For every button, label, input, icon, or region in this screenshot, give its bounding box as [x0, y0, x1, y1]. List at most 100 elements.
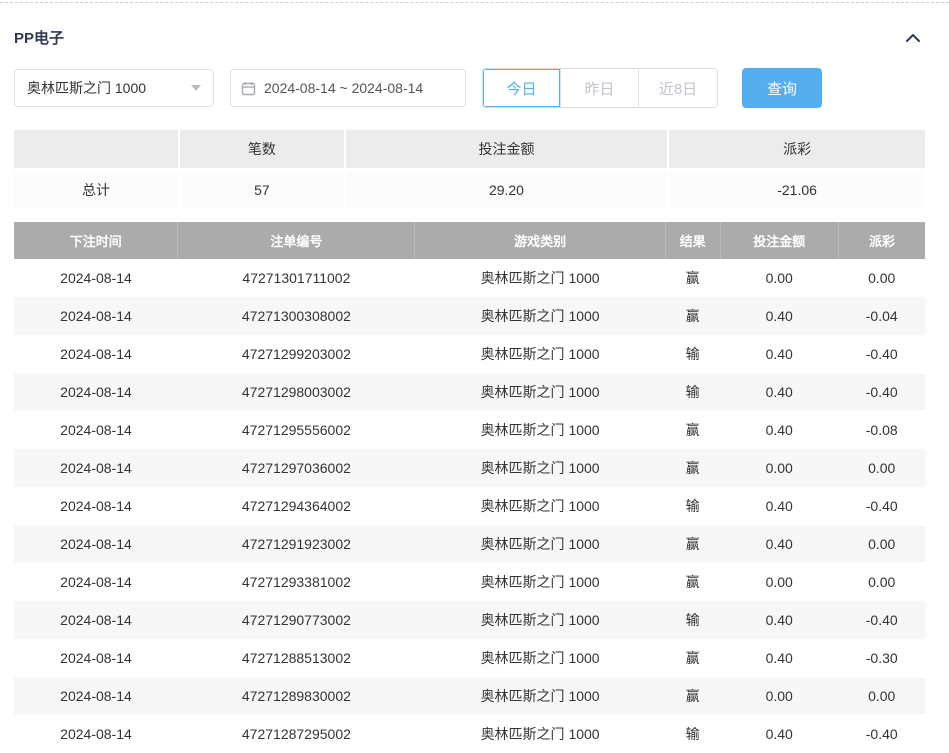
order-id-cell: 47271291923002: [178, 525, 415, 563]
result-cell: 赢: [665, 639, 720, 677]
bet-time-cell: 2024-08-14: [14, 259, 178, 297]
bet-amount-cell: 0.40: [720, 639, 838, 677]
order-id-cell: 47271290773002: [178, 601, 415, 639]
bet-time-cell: 2024-08-14: [14, 373, 178, 411]
result-cell: 赢: [665, 449, 720, 487]
game-type-cell: 奥林匹斯之门 1000: [415, 335, 666, 373]
game-type-cell: 奥林匹斯之门 1000: [415, 601, 666, 639]
payout-cell: -0.30: [838, 639, 925, 677]
result-cell: 赢: [665, 259, 720, 297]
summary-total-bet-amount: 29.20: [344, 168, 667, 209]
bet-time-cell: 2024-08-14: [14, 335, 178, 373]
game-type-cell: 奥林匹斯之门 1000: [415, 449, 666, 487]
result-cell: 赢: [665, 411, 720, 449]
date-range-picker[interactable]: 2024-08-14 ~ 2024-08-14: [230, 69, 466, 107]
order-id-cell: 47271288513002: [178, 639, 415, 677]
bet-table-body: 2024-08-14 47271301711002 奥林匹斯之门 1000 赢 …: [14, 259, 925, 753]
result-cell: 输: [665, 335, 720, 373]
calendar-icon: [241, 81, 256, 96]
payout-cell: 0.00: [838, 259, 925, 297]
order-id-cell: 47271299203002: [178, 335, 415, 373]
table-row: 2024-08-14 47271291923002 奥林匹斯之门 1000 赢 …: [14, 525, 925, 563]
summary-total-count: 57: [178, 168, 344, 209]
bet-amount-cell: 0.40: [720, 335, 838, 373]
order-id-cell: 47271287295002: [178, 715, 415, 753]
table-row: 2024-08-14 47271288513002 奥林匹斯之门 1000 赢 …: [14, 639, 925, 677]
bet-amount-cell: 0.00: [720, 677, 838, 715]
order-id-cell: 47271300308002: [178, 297, 415, 335]
payout-cell: -0.40: [838, 601, 925, 639]
quick-range-group: 今日 昨日 近8日: [482, 68, 718, 108]
result-cell: 输: [665, 373, 720, 411]
today-button[interactable]: 今日: [483, 69, 561, 107]
payout-cell: -0.08: [838, 411, 925, 449]
table-row: 2024-08-14 47271299203002 奥林匹斯之门 1000 输 …: [14, 335, 925, 373]
game-type-cell: 奥林匹斯之门 1000: [415, 525, 666, 563]
game-type-cell: 奥林匹斯之门 1000: [415, 639, 666, 677]
bet-time-cell: 2024-08-14: [14, 639, 178, 677]
section-header: PP电子: [14, 3, 925, 48]
bet-amount-cell: 0.40: [720, 601, 838, 639]
bet-time-cell: 2024-08-14: [14, 297, 178, 335]
table-row: 2024-08-14 47271295556002 奥林匹斯之门 1000 赢 …: [14, 411, 925, 449]
bet-time-cell: 2024-08-14: [14, 411, 178, 449]
bet-amount-cell: 0.40: [720, 373, 838, 411]
result-cell: 赢: [665, 297, 720, 335]
game-type-cell: 奥林匹斯之门 1000: [415, 487, 666, 525]
table-row: 2024-08-14 47271298003002 奥林匹斯之门 1000 输 …: [14, 373, 925, 411]
order-id-cell: 47271293381002: [178, 563, 415, 601]
summary-total-row: 总计 57 29.20 -21.06: [14, 168, 925, 209]
bet-amount-cell: 0.00: [720, 449, 838, 487]
table-row: 2024-08-14 47271294364002 奥林匹斯之门 1000 输 …: [14, 487, 925, 525]
payout-cell: -0.40: [838, 373, 925, 411]
header-game-type: 游戏类别: [415, 222, 666, 259]
chevron-up-icon: [905, 31, 921, 46]
page: PP电子 奥林匹斯之门 1000 2024-08-14 ~ 2024-08-14…: [0, 3, 949, 753]
bet-time-cell: 2024-08-14: [14, 563, 178, 601]
summary-header-empty: [14, 130, 178, 168]
result-cell: 赢: [665, 677, 720, 715]
query-button[interactable]: 查询: [742, 68, 822, 108]
game-select[interactable]: 奥林匹斯之门 1000: [14, 69, 214, 107]
header-order-id: 注单编号: [178, 222, 415, 259]
bet-amount-cell: 0.40: [720, 487, 838, 525]
table-row: 2024-08-14 47271297036002 奥林匹斯之门 1000 赢 …: [14, 449, 925, 487]
payout-cell: -0.40: [838, 335, 925, 373]
header-payout: 派彩: [838, 222, 925, 259]
last-8-days-button[interactable]: 近8日: [639, 69, 717, 107]
bet-amount-cell: 0.40: [720, 297, 838, 335]
bet-table: 下注时间 注单编号 游戏类别 结果 投注金额 派彩 2024-08-14 472…: [14, 222, 925, 753]
bet-time-cell: 2024-08-14: [14, 715, 178, 753]
summary-header-count: 笔数: [178, 130, 344, 168]
game-type-cell: 奥林匹斯之门 1000: [415, 677, 666, 715]
payout-cell: 0.00: [838, 449, 925, 487]
header-bet-time: 下注时间: [14, 222, 178, 259]
header-bet-amount: 投注金额: [720, 222, 838, 259]
filter-controls: 奥林匹斯之门 1000 2024-08-14 ~ 2024-08-14 今日 昨…: [14, 68, 925, 108]
order-id-cell: 47271294364002: [178, 487, 415, 525]
result-cell: 输: [665, 715, 720, 753]
order-id-cell: 47271295556002: [178, 411, 415, 449]
bet-amount-cell: 0.40: [720, 525, 838, 563]
payout-cell: -0.04: [838, 297, 925, 335]
summary-header-payout: 派彩: [667, 130, 925, 168]
game-type-cell: 奥林匹斯之门 1000: [415, 411, 666, 449]
payout-cell: -0.40: [838, 715, 925, 753]
bet-amount-cell: 0.40: [720, 715, 838, 753]
result-cell: 赢: [665, 525, 720, 563]
yesterday-button[interactable]: 昨日: [561, 69, 639, 107]
chevron-down-icon: [191, 85, 201, 91]
payout-cell: 0.00: [838, 563, 925, 601]
section-title: PP电子: [14, 27, 64, 48]
table-row: 2024-08-14 47271287295002 奥林匹斯之门 1000 输 …: [14, 715, 925, 753]
payout-cell: 0.00: [838, 525, 925, 563]
payout-cell: -0.40: [838, 487, 925, 525]
date-range-value: 2024-08-14 ~ 2024-08-14: [264, 80, 423, 96]
bet-amount-cell: 0.00: [720, 259, 838, 297]
collapse-button[interactable]: [903, 31, 923, 45]
bet-time-cell: 2024-08-14: [14, 449, 178, 487]
bet-time-cell: 2024-08-14: [14, 677, 178, 715]
header-result: 结果: [665, 222, 720, 259]
table-row: 2024-08-14 47271289830002 奥林匹斯之门 1000 赢 …: [14, 677, 925, 715]
table-row: 2024-08-14 47271300308002 奥林匹斯之门 1000 赢 …: [14, 297, 925, 335]
